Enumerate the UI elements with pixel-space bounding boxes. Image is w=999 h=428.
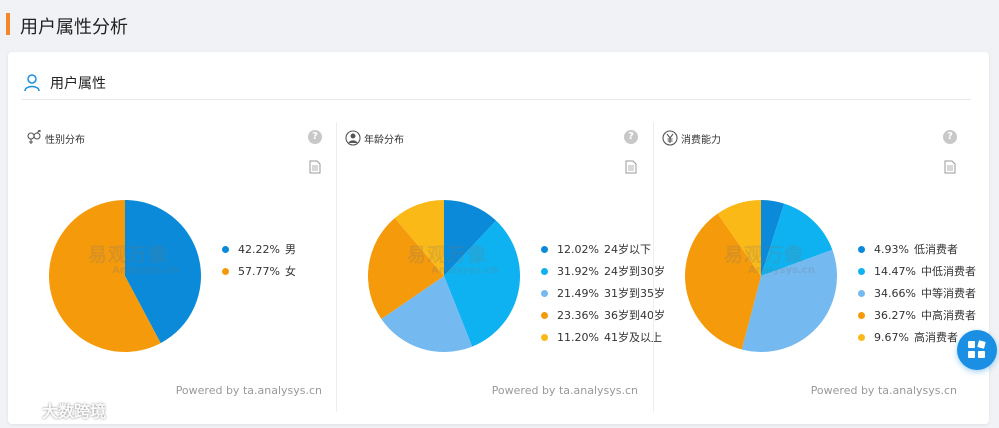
- legend-label: 女: [284, 265, 296, 278]
- legend-percent: 21.49%: [557, 286, 599, 300]
- watermark-en: Analysys.cn: [431, 265, 498, 276]
- watermark-cn: 易观万像: [407, 244, 488, 266]
- watermark-cn: 易观万像: [724, 244, 805, 266]
- watermark: 易观万像 Analysys.cn: [407, 240, 498, 276]
- powered-by: Powered by ta.analysys.cn: [175, 384, 322, 397]
- legend: 4.93% 低消费者 14.47% 中低消费者 34.66% 中等消费者 36.27% 中高消…: [858, 238, 976, 348]
- legend-item[interactable]: 12.02% 24岁以下: [541, 238, 665, 260]
- legend-swatch: [858, 311, 865, 319]
- legend-label: 男: [284, 243, 296, 256]
- panel-gender: 性别分布 ? 易观万像 Analysys.cn 42.22% 男 57.77% 女 Po…: [18, 122, 336, 412]
- accent-bar: [6, 13, 10, 35]
- legend-percent: 4.93%: [874, 242, 909, 256]
- document-icon[interactable]: [309, 160, 321, 174]
- legend-swatch: [541, 267, 548, 275]
- legend-item[interactable]: 31.92% 24岁到30岁: [541, 260, 665, 282]
- legend-label: 高消费者: [913, 331, 958, 344]
- panel-title: 消费能力: [662, 130, 721, 146]
- card-header: 用户属性: [22, 66, 971, 100]
- yen-icon: [662, 130, 678, 146]
- panel-title-label: 性别分布: [45, 134, 85, 146]
- pie-chart: [49, 200, 202, 352]
- legend-item[interactable]: 14.47% 中低消费者: [858, 260, 976, 282]
- panel-title-label: 年龄分布: [364, 134, 404, 146]
- legend-item[interactable]: 21.49% 31岁到35岁: [541, 282, 665, 304]
- section-title: 用户属性: [50, 75, 106, 92]
- help-icon[interactable]: ?: [308, 130, 322, 144]
- legend-item[interactable]: 4.93% 低消费者: [858, 238, 976, 260]
- legend: 12.02% 24岁以下 31.92% 24岁到30岁 21.49% 31岁到35岁 23.…: [541, 238, 665, 348]
- legend-percent: 12.02%: [557, 242, 599, 256]
- page-title: 用户属性分析: [20, 17, 128, 38]
- legend-swatch: [858, 289, 865, 297]
- gender-icon: [27, 130, 41, 144]
- pie-chart: [685, 200, 837, 352]
- legend: 42.22% 男 57.77% 女: [222, 238, 296, 282]
- legend-swatch: [222, 267, 229, 275]
- watermark-cn: 易观万像: [88, 244, 169, 266]
- user-icon: [24, 73, 40, 91]
- pie-chart: [368, 200, 520, 352]
- panel-title: 年龄分布: [345, 130, 404, 146]
- legend-percent: 23.36%: [557, 308, 599, 322]
- legend-percent: 14.47%: [874, 264, 916, 278]
- legend-item[interactable]: 57.77% 女: [222, 260, 296, 282]
- panel-title: 性别分布: [26, 130, 85, 146]
- legend-item[interactable]: 42.22% 男: [222, 238, 296, 260]
- legend-item[interactable]: 11.20% 41岁及以上: [541, 326, 665, 348]
- legend-percent: 57.77%: [238, 264, 280, 278]
- document-icon[interactable]: [625, 160, 637, 174]
- person-icon: [345, 130, 361, 146]
- legend-percent: 31.92%: [557, 264, 599, 278]
- legend-swatch: [541, 289, 548, 297]
- legend-swatch: [541, 311, 548, 319]
- panel-consumption: 消费能力 ? 易观万像 Analysys.cn 4.93% 低消费者 14.47% 中低…: [653, 122, 976, 412]
- legend-swatch: [541, 245, 548, 253]
- legend-percent: 11.20%: [557, 330, 599, 344]
- help-icon[interactable]: ?: [943, 130, 957, 144]
- watermark: 易观万像 Analysys.cn: [724, 240, 815, 276]
- apps-button[interactable]: [957, 330, 997, 370]
- powered-by: Powered by ta.analysys.cn: [491, 384, 638, 397]
- brand-watermark-text: 大数跨境: [42, 402, 107, 421]
- apps-grid-icon: [968, 340, 986, 358]
- brand-logo-icon: [9, 402, 37, 418]
- powered-by: Powered by ta.analysys.cn: [810, 384, 957, 397]
- legend-percent: 42.22%: [238, 242, 280, 256]
- page-header: 用户属性分析: [0, 0, 999, 50]
- brand-watermark: 大数跨境: [8, 398, 106, 422]
- legend-swatch: [858, 333, 865, 341]
- help-icon[interactable]: ?: [624, 130, 638, 144]
- watermark-en: Analysys.cn: [112, 265, 179, 276]
- watermark: 易观万像 Analysys.cn: [88, 240, 179, 276]
- panel-age: 年龄分布 ? 易观万像 Analysys.cn 12.02% 24岁以下 31.92%…: [336, 122, 665, 412]
- watermark-en: Analysys.cn: [748, 265, 815, 276]
- legend-label: 低消费者: [913, 243, 958, 256]
- legend-swatch: [541, 333, 548, 341]
- legend-swatch: [222, 245, 229, 253]
- legend-item[interactable]: 34.66% 中等消费者: [858, 282, 976, 304]
- legend-label: 中高消费者: [920, 309, 976, 322]
- legend-percent: 9.67%: [874, 330, 909, 344]
- legend-item[interactable]: 23.36% 36岁到40岁: [541, 304, 665, 326]
- legend-label: 中低消费者: [920, 265, 976, 278]
- legend-label: 中等消费者: [920, 287, 976, 300]
- legend-percent: 36.27%: [874, 308, 916, 322]
- user-attributes-card: 用户属性 性别分布 ? 易观万像 Analysys.cn 42.22% 男 57.77…: [8, 52, 989, 424]
- legend-item[interactable]: 36.27% 中高消费者: [858, 304, 976, 326]
- legend-swatch: [858, 267, 865, 275]
- legend-label: 24岁以下: [603, 243, 651, 256]
- legend-percent: 34.66%: [874, 286, 916, 300]
- legend-swatch: [858, 245, 865, 253]
- document-icon[interactable]: [944, 160, 956, 174]
- panel-title-label: 消费能力: [681, 134, 721, 146]
